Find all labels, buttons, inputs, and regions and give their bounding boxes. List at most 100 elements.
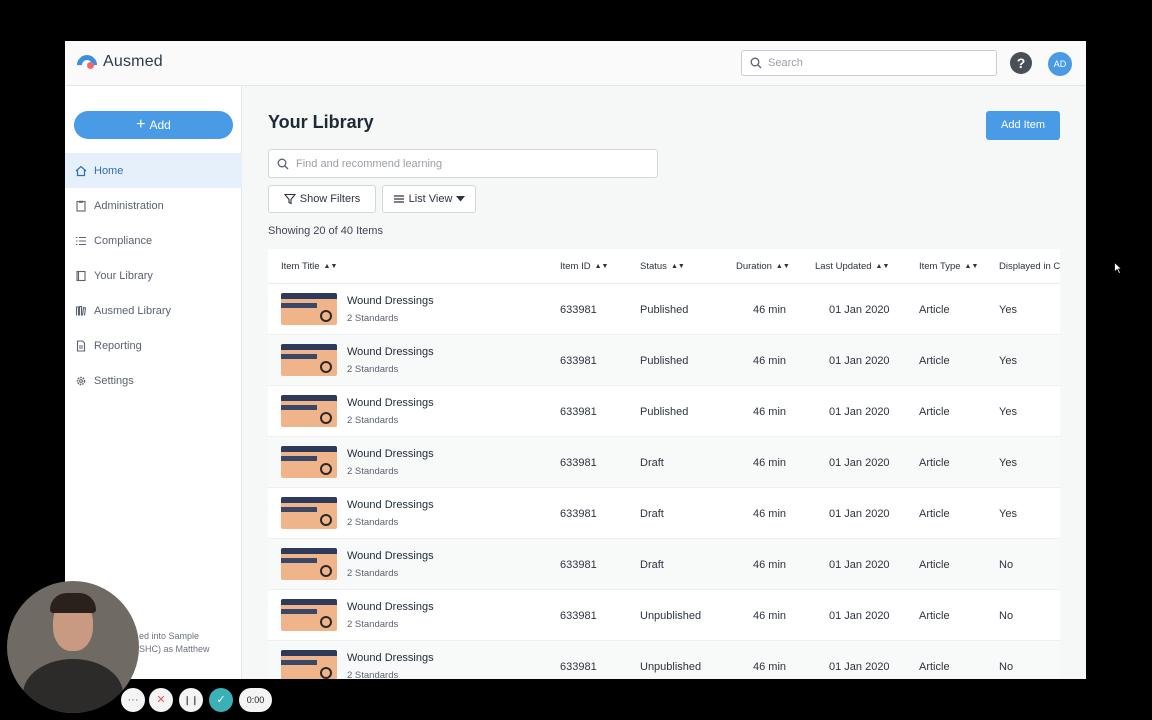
table-header: Item Title ▲▼ Item ID ▲▼ Status ▲▼ Duration… [268,249,1060,284]
cell-displayed: Yes [999,457,1017,469]
sidebar-item-administration[interactable]: Administration [65,188,242,223]
report-icon [76,339,86,352]
column-header-item-type[interactable]: Item Type ▲▼ [919,261,978,272]
pause-button[interactable]: ❙❙ [179,688,203,712]
column-header-item-title[interactable]: Item Title ▲▼ [281,261,337,272]
finish-recording-button[interactable]: ✓ [209,688,233,712]
item-thumbnail [281,548,337,580]
logged-in-info: ed into Sample SHC) as Matthew [139,630,210,656]
sidebar-item-ausmed-library[interactable]: Ausmed Library [65,293,242,328]
cell-item-id: 633981 [560,406,597,418]
top-bar: Ausmed Search ? AD [65,41,1086,86]
sort-icon: ▲▼ [775,263,790,270]
cell-item-id: 633981 [560,355,597,367]
add-button[interactable]: + Add [74,111,233,139]
item-thumbnail [281,599,337,631]
search-placeholder: Find and recommend learning [296,157,443,170]
item-title[interactable]: Wound Dressings [347,601,434,613]
item-title[interactable]: Wound Dressings [347,346,434,358]
magnifier-icon [320,565,332,577]
clipboard-icon [76,200,86,212]
list-icon [393,195,404,203]
cell-status: Published [640,406,689,418]
more-options-button[interactable]: ··· [121,688,145,712]
cell-displayed: Yes [999,508,1017,520]
cell-item-type: Article [919,406,950,418]
magnifier-icon [320,667,332,679]
item-title[interactable]: Wound Dressings [347,448,434,460]
sidebar-item-label: Administration [94,199,164,212]
global-search-input[interactable]: Search [741,50,997,76]
item-title[interactable]: Wound Dressings [347,397,434,409]
show-filters-button[interactable]: Show Filters [268,185,376,213]
cell-duration: 46 min [753,661,787,673]
column-header-status[interactable]: Status ▲▼ [640,261,685,272]
sidebar-item-label: Ausmed Library [94,304,172,317]
logged-in-line: SHC) as Matthew [139,644,210,654]
table-row[interactable]: Wound Dressings 2 Standards 633981 Draft 46 … [268,488,1060,539]
cell-last-updated: 01 Jan 2020 [829,661,890,673]
magnifier-icon [320,463,332,475]
sidebar-item-label: Compliance [94,234,153,247]
sidebar-item-your-library[interactable]: Your Library [65,258,242,293]
search-placeholder: Search [768,57,803,69]
logo-icon [72,50,102,80]
book-icon [76,270,86,281]
table-row[interactable]: Wound Dressings 2 Standards 633981 Publishe… [268,386,1060,437]
cell-item-type: Article [919,610,950,622]
recording-timer: 0:00 [239,688,272,712]
table-body: Wound Dressings 2 Standards 633981 Publishe… [268,284,1060,679]
item-thumbnail [281,344,337,376]
results-count: Showing 20 of 40 Items [268,225,383,237]
table-row[interactable]: Wound Dressings 2 Standards 633981 Draft 46 … [268,437,1060,488]
table-row[interactable]: Wound Dressings 2 Standards 633981 Publishe… [268,335,1060,386]
column-label: Duration [736,261,772,272]
cell-last-updated: 01 Jan 2020 [829,355,890,367]
magnifier-icon [320,310,332,322]
list-view-dropdown[interactable]: List View [382,185,476,213]
item-title[interactable]: Wound Dressings [347,499,434,511]
sidebar-item-label: Settings [94,374,134,387]
avatar[interactable]: AD [1048,52,1072,76]
sidebar-item-home[interactable]: Home [65,153,242,188]
column-header-duration[interactable]: Duration ▲▼ [736,261,790,272]
library-table: Item Title ▲▼ Item ID ▲▼ Status ▲▼ Duration… [268,249,1060,679]
cell-item-type: Article [919,559,950,571]
magnifier-icon [320,361,332,373]
column-label: Item Type [919,261,961,272]
table-row[interactable]: Wound Dressings 2 Standards 633981 Unpublis… [268,590,1060,641]
item-title[interactable]: Wound Dressings [347,550,434,562]
library-search-input[interactable]: Find and recommend learning [268,149,658,178]
item-title[interactable]: Wound Dressings [347,295,434,307]
cell-item-id: 633981 [560,304,597,316]
cell-displayed: No [999,559,1014,571]
search-icon [750,57,762,69]
item-thumbnail [281,650,337,679]
item-thumbnail [281,446,337,478]
table-row[interactable]: Wound Dressings 2 Standards 633981 Publishe… [268,284,1060,335]
ausmed-logo[interactable]: Ausmed [72,50,163,80]
help-button[interactable]: ? [1010,52,1032,74]
item-standards: 2 Standards [347,619,399,630]
sidebar-item-compliance[interactable]: Compliance [65,223,242,258]
cell-displayed: No [999,610,1014,622]
sidebar-item-reporting[interactable]: Reporting [65,328,242,363]
table-row[interactable]: Wound Dressings 2 Standards 633981 Draft 46 … [268,539,1060,590]
table-row[interactable]: Wound Dressings 2 Standards 633981 Unpublis… [268,641,1060,679]
item-title[interactable]: Wound Dressings [347,652,434,664]
sidebar-item-settings[interactable]: Settings [65,363,242,398]
webcam-bubble[interactable] [7,581,139,713]
cell-duration: 46 min [753,406,787,418]
add-item-button[interactable]: Add Item [986,111,1060,140]
cell-last-updated: 01 Jan 2020 [829,457,890,469]
column-header-last-updated[interactable]: Last Updated ▲▼ [815,261,889,272]
cell-last-updated: 01 Jan 2020 [829,406,890,418]
cell-last-updated: 01 Jan 2020 [829,508,890,520]
column-header-displayed[interactable]: Displayed in C [999,261,1060,272]
cancel-recording-button[interactable]: ✕ [149,688,173,712]
cell-item-id: 633981 [560,610,597,622]
cell-item-type: Article [919,457,950,469]
page-title: Your Library [268,112,374,132]
cell-duration: 46 min [753,508,787,520]
column-header-item-id[interactable]: Item ID ▲▼ [560,261,608,272]
